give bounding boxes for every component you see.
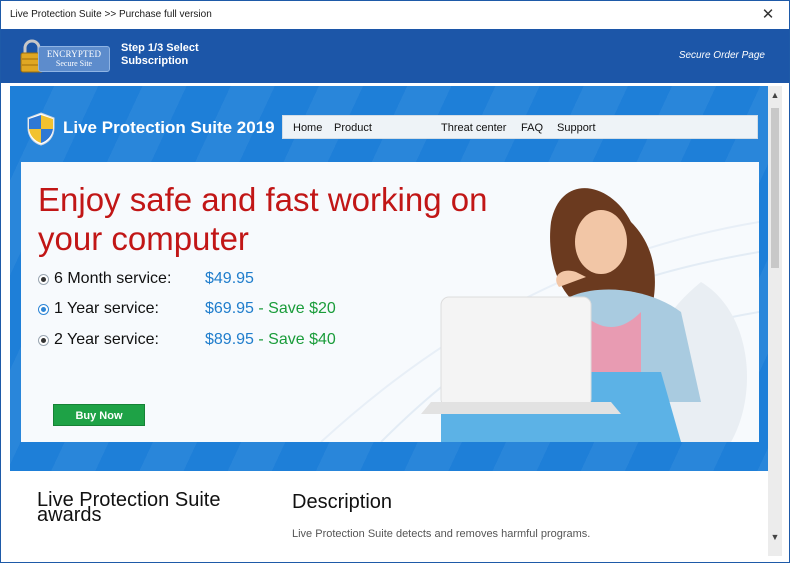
description-heading: Description — [292, 491, 393, 513]
nav-product[interactable]: Product — [334, 122, 372, 134]
order-header: ENCRYPTED Secure Site Step 1/3 Select Su… — [1, 29, 789, 83]
woman-with-laptop-image — [421, 188, 747, 442]
window-title: Live Protection Suite >> Purchase full v… — [10, 9, 212, 20]
hero-banner: Enjoy safe and fast working on your comp… — [21, 162, 759, 442]
plan-label: 1 Year service: — [54, 300, 159, 317]
plan-label: 6 Month service: — [54, 270, 172, 287]
plan-price: $49.95 — [205, 270, 254, 287]
badge-line2: Secure Site — [55, 59, 93, 68]
info-section: Live Protection Suite awards Description… — [21, 471, 759, 556]
web-content: Live Protection Suite 2019 Home Product … — [10, 86, 768, 556]
vertical-scrollbar[interactable]: ▲ ▼ — [768, 86, 782, 556]
site-header: Live Protection Suite 2019 Home Product … — [10, 86, 768, 471]
radio-6-month[interactable] — [38, 274, 49, 285]
nav-threat-center[interactable]: Threat center — [441, 122, 506, 134]
title-bar: Live Protection Suite >> Purchase full v… — [1, 1, 789, 29]
close-icon[interactable]: ✕ — [755, 5, 781, 25]
buy-now-button[interactable]: Buy Now — [53, 404, 145, 426]
plan-option-2-year[interactable]: 2 Year service: $89.95 - Save $40 — [38, 331, 378, 351]
app-window: Live Protection Suite >> Purchase full v… — [0, 0, 790, 563]
site-brand: Live Protection Suite 2019 — [63, 118, 275, 137]
step-indicator: Step 1/3 Select Subscription — [121, 42, 199, 67]
awards-heading: Live Protection Suite awards — [37, 489, 221, 526]
nav-faq[interactable]: FAQ — [521, 122, 543, 134]
plan-price: $89.95 - Save $40 — [205, 331, 336, 348]
plan-save: - Save $40 — [258, 331, 336, 348]
scroll-down-icon[interactable]: ▼ — [768, 530, 782, 544]
plan-label: 2 Year service: — [54, 331, 159, 348]
shield-icon — [27, 112, 55, 146]
plan-option-6-month[interactable]: 6 Month service: $49.95 — [38, 270, 378, 290]
description-text: Live Protection Suite detects and remove… — [292, 528, 591, 540]
scroll-thumb[interactable] — [771, 108, 779, 268]
site-nav: Home Product Threat center FAQ Support — [282, 115, 758, 139]
nav-home[interactable]: Home — [293, 122, 322, 134]
encrypted-badge: ENCRYPTED Secure Site — [14, 38, 112, 74]
badge-line1: ENCRYPTED — [46, 49, 102, 59]
plan-option-1-year[interactable]: 1 Year service: $69.95 - Save $20 — [38, 300, 378, 320]
secure-order-label: Secure Order Page — [678, 50, 765, 61]
scroll-up-icon[interactable]: ▲ — [768, 88, 782, 102]
radio-1-year[interactable] — [38, 304, 49, 315]
plan-save: - Save $20 — [258, 300, 336, 317]
plan-price: $69.95 - Save $20 — [205, 300, 336, 317]
radio-2-year[interactable] — [38, 335, 49, 346]
nav-support[interactable]: Support — [557, 122, 596, 134]
encrypted-plate: ENCRYPTED Secure Site — [38, 46, 110, 72]
